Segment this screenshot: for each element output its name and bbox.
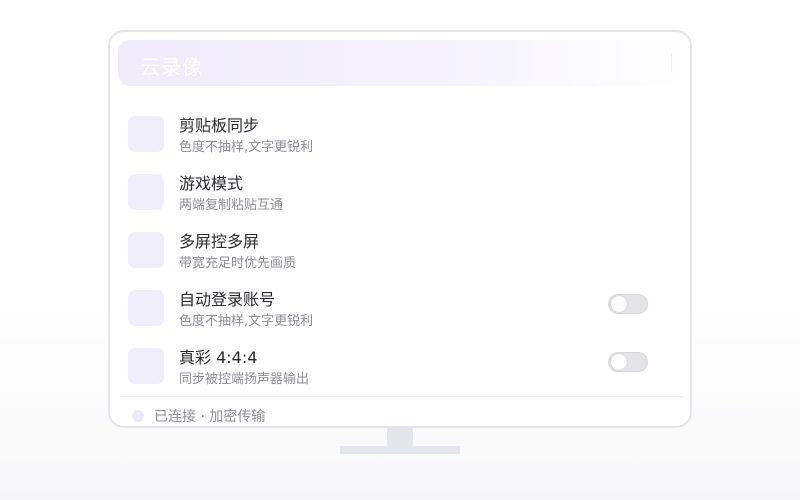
item-subtitle: 两端复制粘贴互通 [179, 198, 284, 213]
login-icon [128, 290, 164, 326]
monitor-stand-neck [387, 428, 413, 448]
item-subtitle: 同步被控端扬声器输出 [179, 372, 310, 387]
gamepad-icon [128, 174, 164, 210]
monitor-stand-base [340, 446, 460, 454]
list-item-multi-screen[interactable]: 多屏控多屏 带宽充足时优先画质 [128, 228, 668, 278]
clipboard-icon [128, 116, 164, 152]
list-item-game-mode[interactable]: 游戏模式 两端复制粘贴互通 [128, 170, 668, 220]
item-title: 游戏模式 [179, 174, 244, 193]
item-title: 剪贴板同步 [179, 116, 260, 135]
header-divider [671, 54, 672, 72]
monitor-frame: 云录像 剪贴板同步 色度不抽样,文字更锐利 游戏模式 两端复制粘贴互通 多屏控多… [108, 30, 692, 428]
color-icon [128, 348, 164, 384]
header-bar: 云录像 [118, 40, 682, 86]
item-title: 多屏控多屏 [179, 232, 260, 251]
auto-login-toggle[interactable] [608, 294, 648, 314]
header-title: 云录像 [140, 55, 203, 79]
footer-divider [120, 396, 684, 397]
item-subtitle: 带宽充足时优先画质 [179, 256, 297, 271]
toggle-knob [611, 354, 627, 370]
true-color-toggle[interactable] [608, 352, 648, 372]
status-text: 已连接 · 加密传输 [154, 409, 266, 425]
status-dot-icon [132, 410, 144, 422]
stage: 云录像 剪贴板同步 色度不抽样,文字更锐利 游戏模式 两端复制粘贴互通 多屏控多… [0, 0, 800, 500]
list-item-true-color[interactable]: 真彩 4:4:4 同步被控端扬声器输出 [128, 344, 668, 394]
item-subtitle: 色度不抽样,文字更锐利 [179, 140, 314, 155]
item-subtitle: 色度不抽样,文字更锐利 [179, 314, 314, 329]
toggle-knob [611, 296, 627, 312]
item-title: 真彩 4:4:4 [179, 348, 258, 367]
multi-screen-icon [128, 232, 164, 268]
list-item-clipboard-sync[interactable]: 剪贴板同步 色度不抽样,文字更锐利 [128, 112, 668, 162]
list-item-auto-login[interactable]: 自动登录账号 色度不抽样,文字更锐利 [128, 286, 668, 336]
item-title: 自动登录账号 [179, 290, 276, 309]
